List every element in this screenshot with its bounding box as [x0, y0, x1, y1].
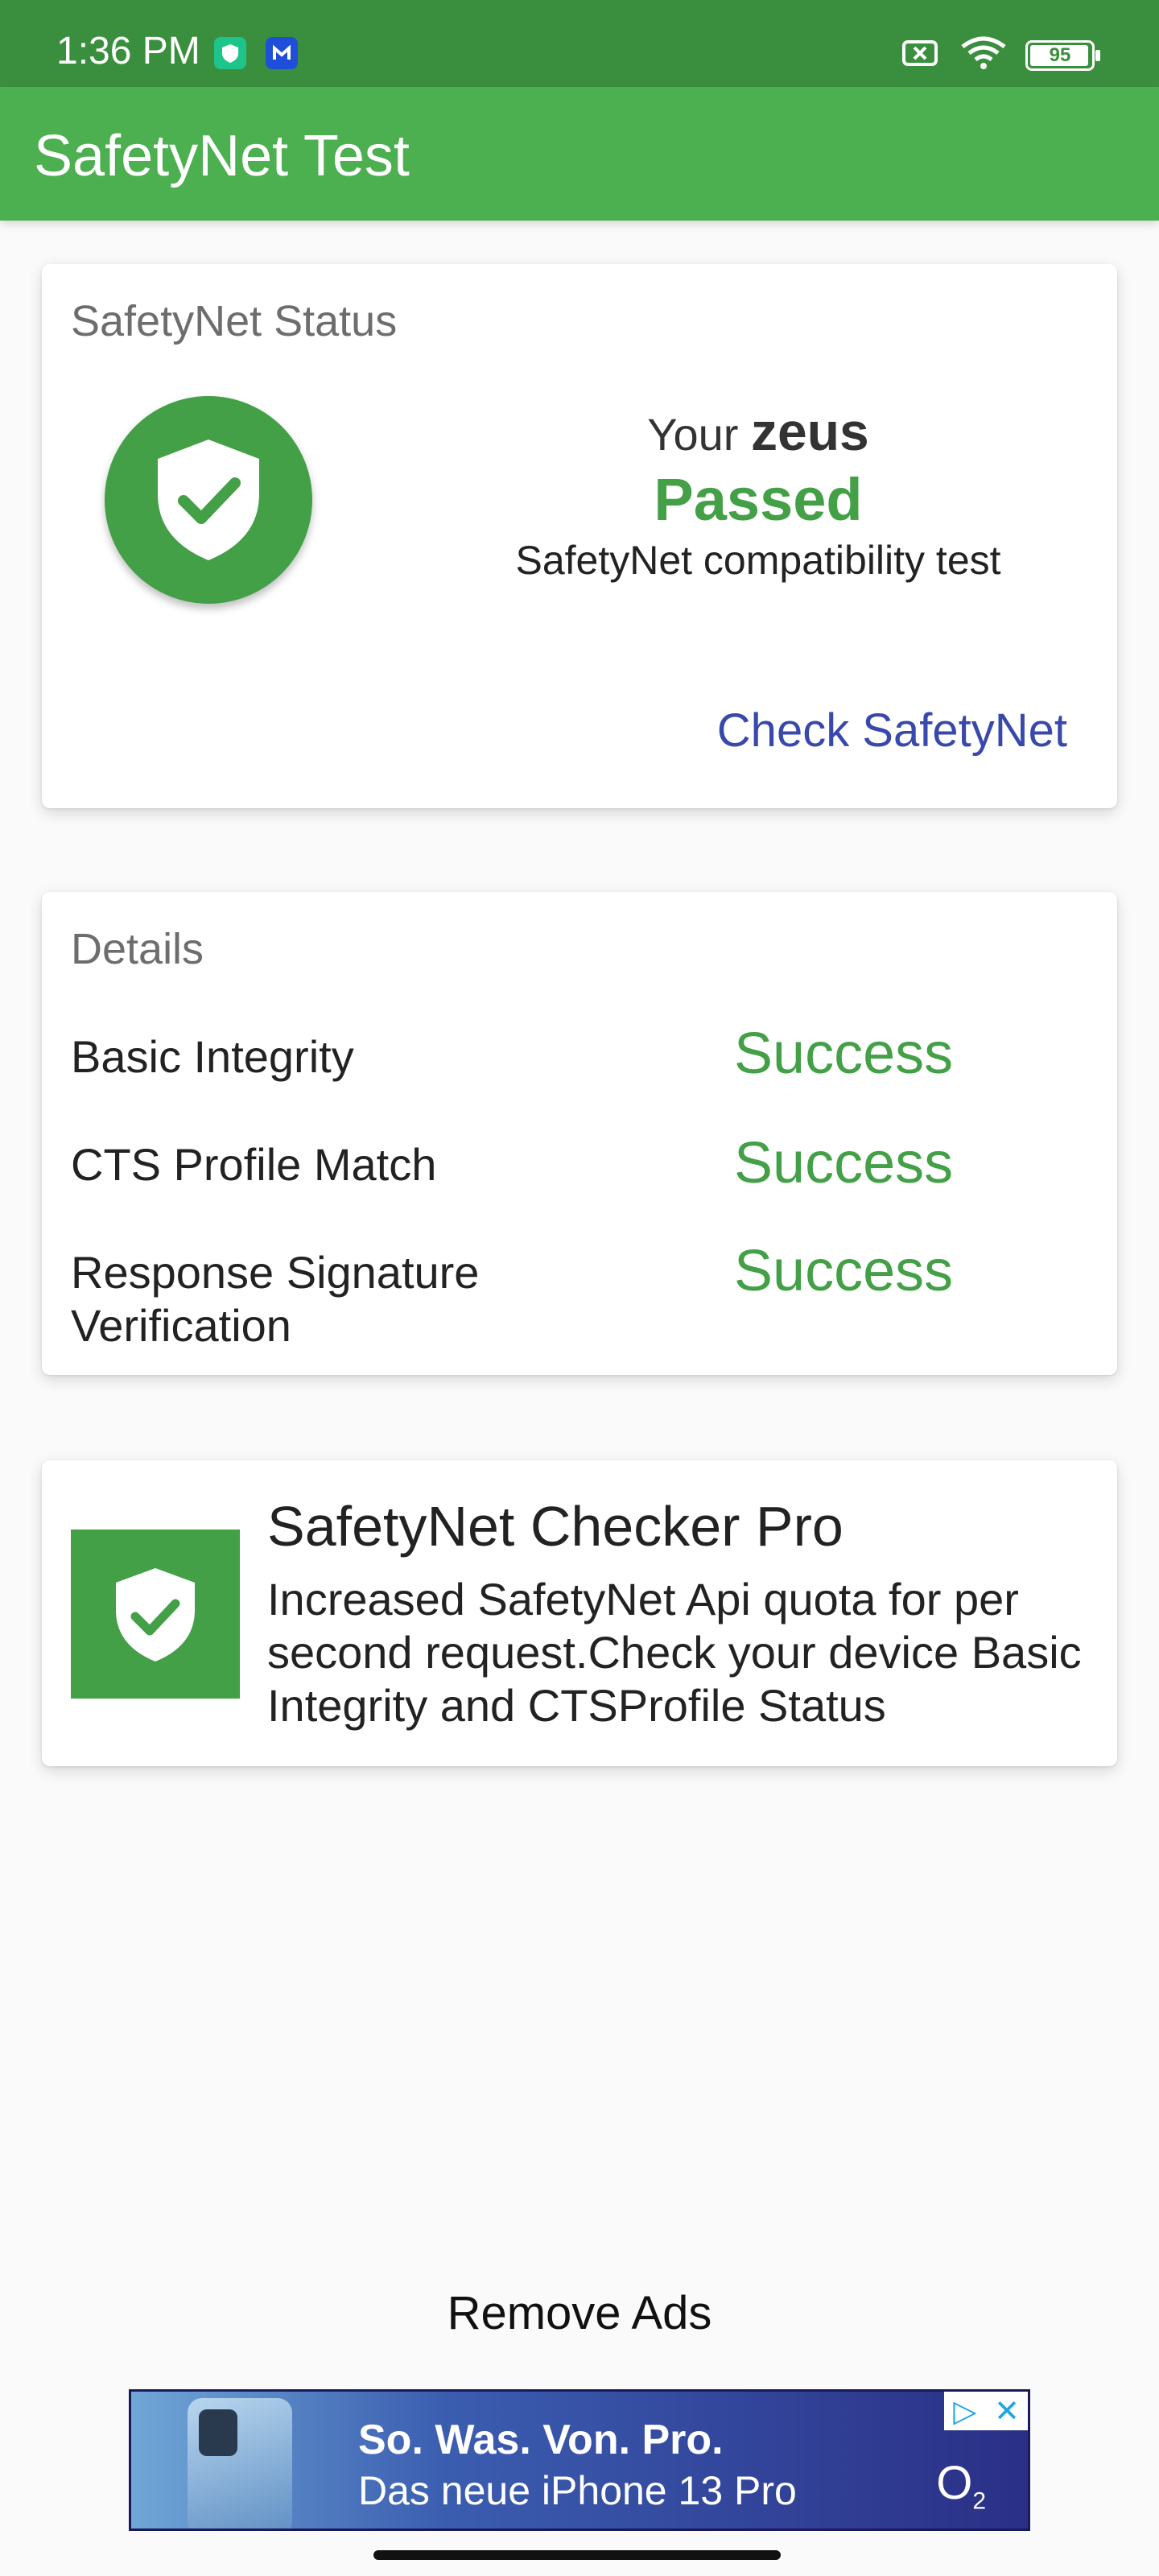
promo-title: SafetyNet Checker Pro [267, 1495, 843, 1558]
battery-saver-icon [901, 37, 942, 73]
detail-label-response-signature: Response Signature Verification [71, 1247, 480, 1351]
pro-promo-card[interactable]: SafetyNet Checker Pro Increased SafetyNe… [42, 1460, 1117, 1766]
status-bar: 1:36 PM 95 [0, 0, 1159, 87]
detail-label-cts-profile: CTS Profile Match [71, 1139, 437, 1190]
o2-logo: O2 [936, 2457, 986, 2515]
device-line: Your zeus [460, 401, 1056, 462]
ad-choices[interactable]: ▷ ✕ [944, 2392, 1028, 2430]
ad-banner[interactable]: So. Was. Von. Pro. Das neue iPhone 13 Pr… [129, 2389, 1030, 2531]
ad-subline: Das neue iPhone 13 Pro [358, 2468, 797, 2513]
status-card-title: SafetyNet Status [71, 297, 398, 345]
safetynet-status-card: SafetyNet Status Your zeus Passed Safety… [42, 264, 1117, 808]
ad-choices-icon[interactable]: ▷ [944, 2392, 986, 2430]
ad-close-icon[interactable]: ✕ [986, 2392, 1028, 2430]
malwarebytes-icon [266, 37, 298, 69]
home-indicator[interactable] [373, 2550, 781, 2560]
iphone-image [188, 2398, 292, 2529]
pro-shield-icon [71, 1530, 240, 1699]
device-name: zeus [750, 402, 869, 461]
shield-check-icon [105, 396, 312, 604]
details-card: Details Basic Integrity Success CTS Prof… [42, 892, 1117, 1375]
app-notification-icon [214, 37, 246, 69]
battery-icon: 95 [1025, 39, 1100, 71]
battery-level: 95 [1049, 43, 1071, 66]
detail-label-basic-integrity: Basic Integrity [71, 1031, 354, 1082]
check-safetynet-button[interactable]: Check SafetyNet [717, 704, 1067, 758]
remove-ads-button[interactable]: Remove Ads [0, 2286, 1159, 2340]
your-prefix: Your [647, 409, 739, 460]
status-time: 1:36 PM [56, 30, 200, 72]
status-summary: Your zeus Passed SafetyNet compatibility… [460, 401, 1056, 584]
app-bar: SafetyNet Test [0, 87, 1159, 221]
result-status: Passed [654, 466, 863, 533]
promo-description: Increased SafetyNet Api quota for per se… [267, 1574, 1082, 1731]
wifi-icon [959, 35, 1008, 75]
detail-value-cts-profile: Success [734, 1131, 954, 1195]
result-subtitle: SafetyNet compatibility test [515, 538, 1001, 583]
app-title: SafetyNet Test [34, 124, 410, 188]
detail-value-basic-integrity: Success [734, 1022, 954, 1086]
details-card-title: Details [71, 925, 204, 973]
detail-value-response-signature: Success [734, 1239, 954, 1303]
ad-headline: So. Was. Von. Pro. [358, 2417, 724, 2463]
